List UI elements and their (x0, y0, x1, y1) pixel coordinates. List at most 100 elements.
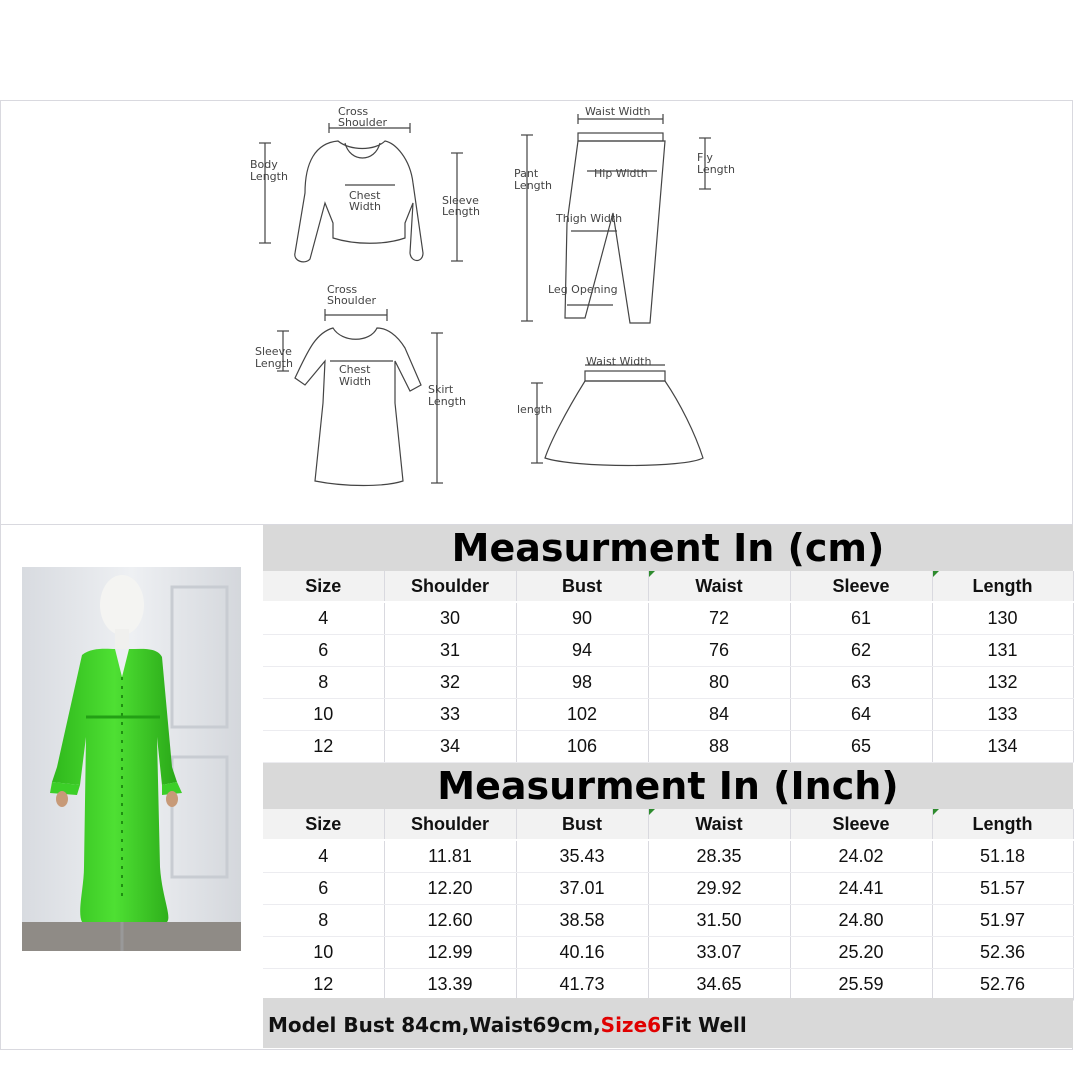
cell-size: 6 (263, 872, 385, 905)
header-length: Length (932, 809, 1074, 841)
cell-bust: 98 (516, 666, 649, 699)
table-row: 8 12.60 38.58 31.50 24.80 51.97 (263, 904, 1074, 937)
svg-text:Width: Width (349, 200, 381, 213)
svg-text:Length: Length (697, 163, 735, 176)
cell-size: 10 (263, 698, 385, 731)
header-length: Length (932, 571, 1074, 603)
cell-length: 52.76 (932, 968, 1074, 1001)
cell-size: 10 (263, 936, 385, 969)
cell-shoulder: 12.60 (384, 904, 517, 937)
cell-bust: 94 (516, 634, 649, 667)
svg-text:Length: Length (514, 179, 552, 192)
cell-length: 134 (932, 730, 1074, 763)
table-row: 12 34 106 88 65 134 (263, 730, 1074, 763)
cell-size: 4 (263, 602, 385, 635)
cell-waist: 80 (648, 666, 791, 699)
header-bust: Bust (516, 571, 649, 603)
cell-size: 12 (263, 968, 385, 1001)
comment-marker (648, 571, 655, 577)
cell-sleeve: 24.02 (790, 840, 933, 873)
comment-marker (932, 809, 939, 815)
comment-marker (932, 571, 939, 577)
cell-bust: 106 (516, 730, 649, 763)
cell-sleeve: 65 (790, 730, 933, 763)
cell-sleeve: 62 (790, 634, 933, 667)
cell-size: 4 (263, 840, 385, 873)
size-highlight: Size6 (600, 1013, 662, 1037)
cm-table-title: Measurment In (cm) (263, 525, 1073, 571)
header-shoulder: Shoulder (384, 571, 517, 603)
header-waist: Waist (648, 809, 791, 841)
cell-sleeve: 24.41 (790, 872, 933, 905)
cell-length: 133 (932, 698, 1074, 731)
comment-marker (648, 809, 655, 815)
svg-text:Length: Length (255, 357, 293, 370)
cell-bust: 90 (516, 602, 649, 635)
cell-sleeve: 64 (790, 698, 933, 731)
cell-sleeve: 25.20 (790, 936, 933, 969)
svg-text:Length: Length (250, 170, 288, 183)
size-tables: Measurment In (cm) Size Shoulder Bust Wa… (263, 525, 1074, 1001)
cell-waist: 84 (648, 698, 791, 731)
cell-waist: 31.50 (648, 904, 791, 937)
label-waist-width-skirt: Waist Width (586, 355, 651, 368)
cell-waist: 76 (648, 634, 791, 667)
cell-bust: 41.73 (516, 968, 649, 1001)
cell-size: 12 (263, 730, 385, 763)
cell-sleeve: 24.80 (790, 904, 933, 937)
cell-length: 51.97 (932, 904, 1074, 937)
measurement-diagram: Cross Shoulder Body Length Chest Width S… (250, 105, 735, 487)
header-waist: Waist (648, 571, 791, 603)
cell-shoulder: 11.81 (384, 840, 517, 873)
cell-length: 52.36 (932, 936, 1074, 969)
label-length: length (517, 403, 552, 416)
cell-length: 130 (932, 602, 1074, 635)
cell-length: 51.57 (932, 872, 1074, 905)
cell-shoulder: 12.99 (384, 936, 517, 969)
svg-text:Length: Length (428, 395, 466, 408)
table-header-row: Size Shoulder Bust Waist Sleeve Length (263, 571, 1074, 603)
inch-table-title: Measurment In (Inch) (263, 763, 1073, 809)
cell-shoulder: 34 (384, 730, 517, 763)
table-row: 6 12.20 37.01 29.92 24.41 51.57 (263, 872, 1074, 905)
cell-sleeve: 61 (790, 602, 933, 635)
cell-length: 131 (932, 634, 1074, 667)
cell-bust: 35.43 (516, 840, 649, 873)
svg-text:Shoulder: Shoulder (327, 294, 376, 307)
header-bust: Bust (516, 809, 649, 841)
cell-size: 6 (263, 634, 385, 667)
cell-sleeve: 25.59 (790, 968, 933, 1001)
label-leg-opening: Leg Opening (548, 283, 618, 296)
cell-waist: 29.92 (648, 872, 791, 905)
cell-shoulder: 13.39 (384, 968, 517, 1001)
cell-sleeve: 63 (790, 666, 933, 699)
cell-shoulder: 30 (384, 602, 517, 635)
cell-shoulder: 12.20 (384, 872, 517, 905)
cell-shoulder: 32 (384, 666, 517, 699)
svg-text:Width: Width (339, 375, 371, 388)
label-hip-width: Hip Width (594, 167, 648, 180)
cell-waist: 33.07 (648, 936, 791, 969)
svg-text:Shoulder: Shoulder (338, 116, 387, 129)
header-shoulder: Shoulder (384, 809, 517, 841)
table-row: 4 30 90 72 61 130 (263, 602, 1074, 635)
cm-size-table: Size Shoulder Bust Waist Sleeve Length 4… (263, 571, 1074, 763)
table-row: 8 32 98 80 63 132 (263, 666, 1074, 699)
label-thigh-width: Thigh Width (555, 212, 622, 225)
svg-text:Length: Length (442, 205, 480, 218)
cell-bust: 37.01 (516, 872, 649, 905)
cell-size: 8 (263, 904, 385, 937)
cell-bust: 40.16 (516, 936, 649, 969)
header-sleeve: Sleeve (790, 809, 933, 841)
cell-waist: 72 (648, 602, 791, 635)
cell-bust: 102 (516, 698, 649, 731)
cell-length: 132 (932, 666, 1074, 699)
table-row: 12 13.39 41.73 34.65 25.59 52.76 (263, 968, 1074, 1001)
table-row: 4 11.81 35.43 28.35 24.02 51.18 (263, 840, 1074, 873)
cell-length: 51.18 (932, 840, 1074, 873)
header-size: Size (263, 571, 385, 603)
cell-waist: 34.65 (648, 968, 791, 1001)
cell-bust: 38.58 (516, 904, 649, 937)
table-row: 10 12.99 40.16 33.07 25.20 52.36 (263, 936, 1074, 969)
header-sleeve: Sleeve (790, 571, 933, 603)
